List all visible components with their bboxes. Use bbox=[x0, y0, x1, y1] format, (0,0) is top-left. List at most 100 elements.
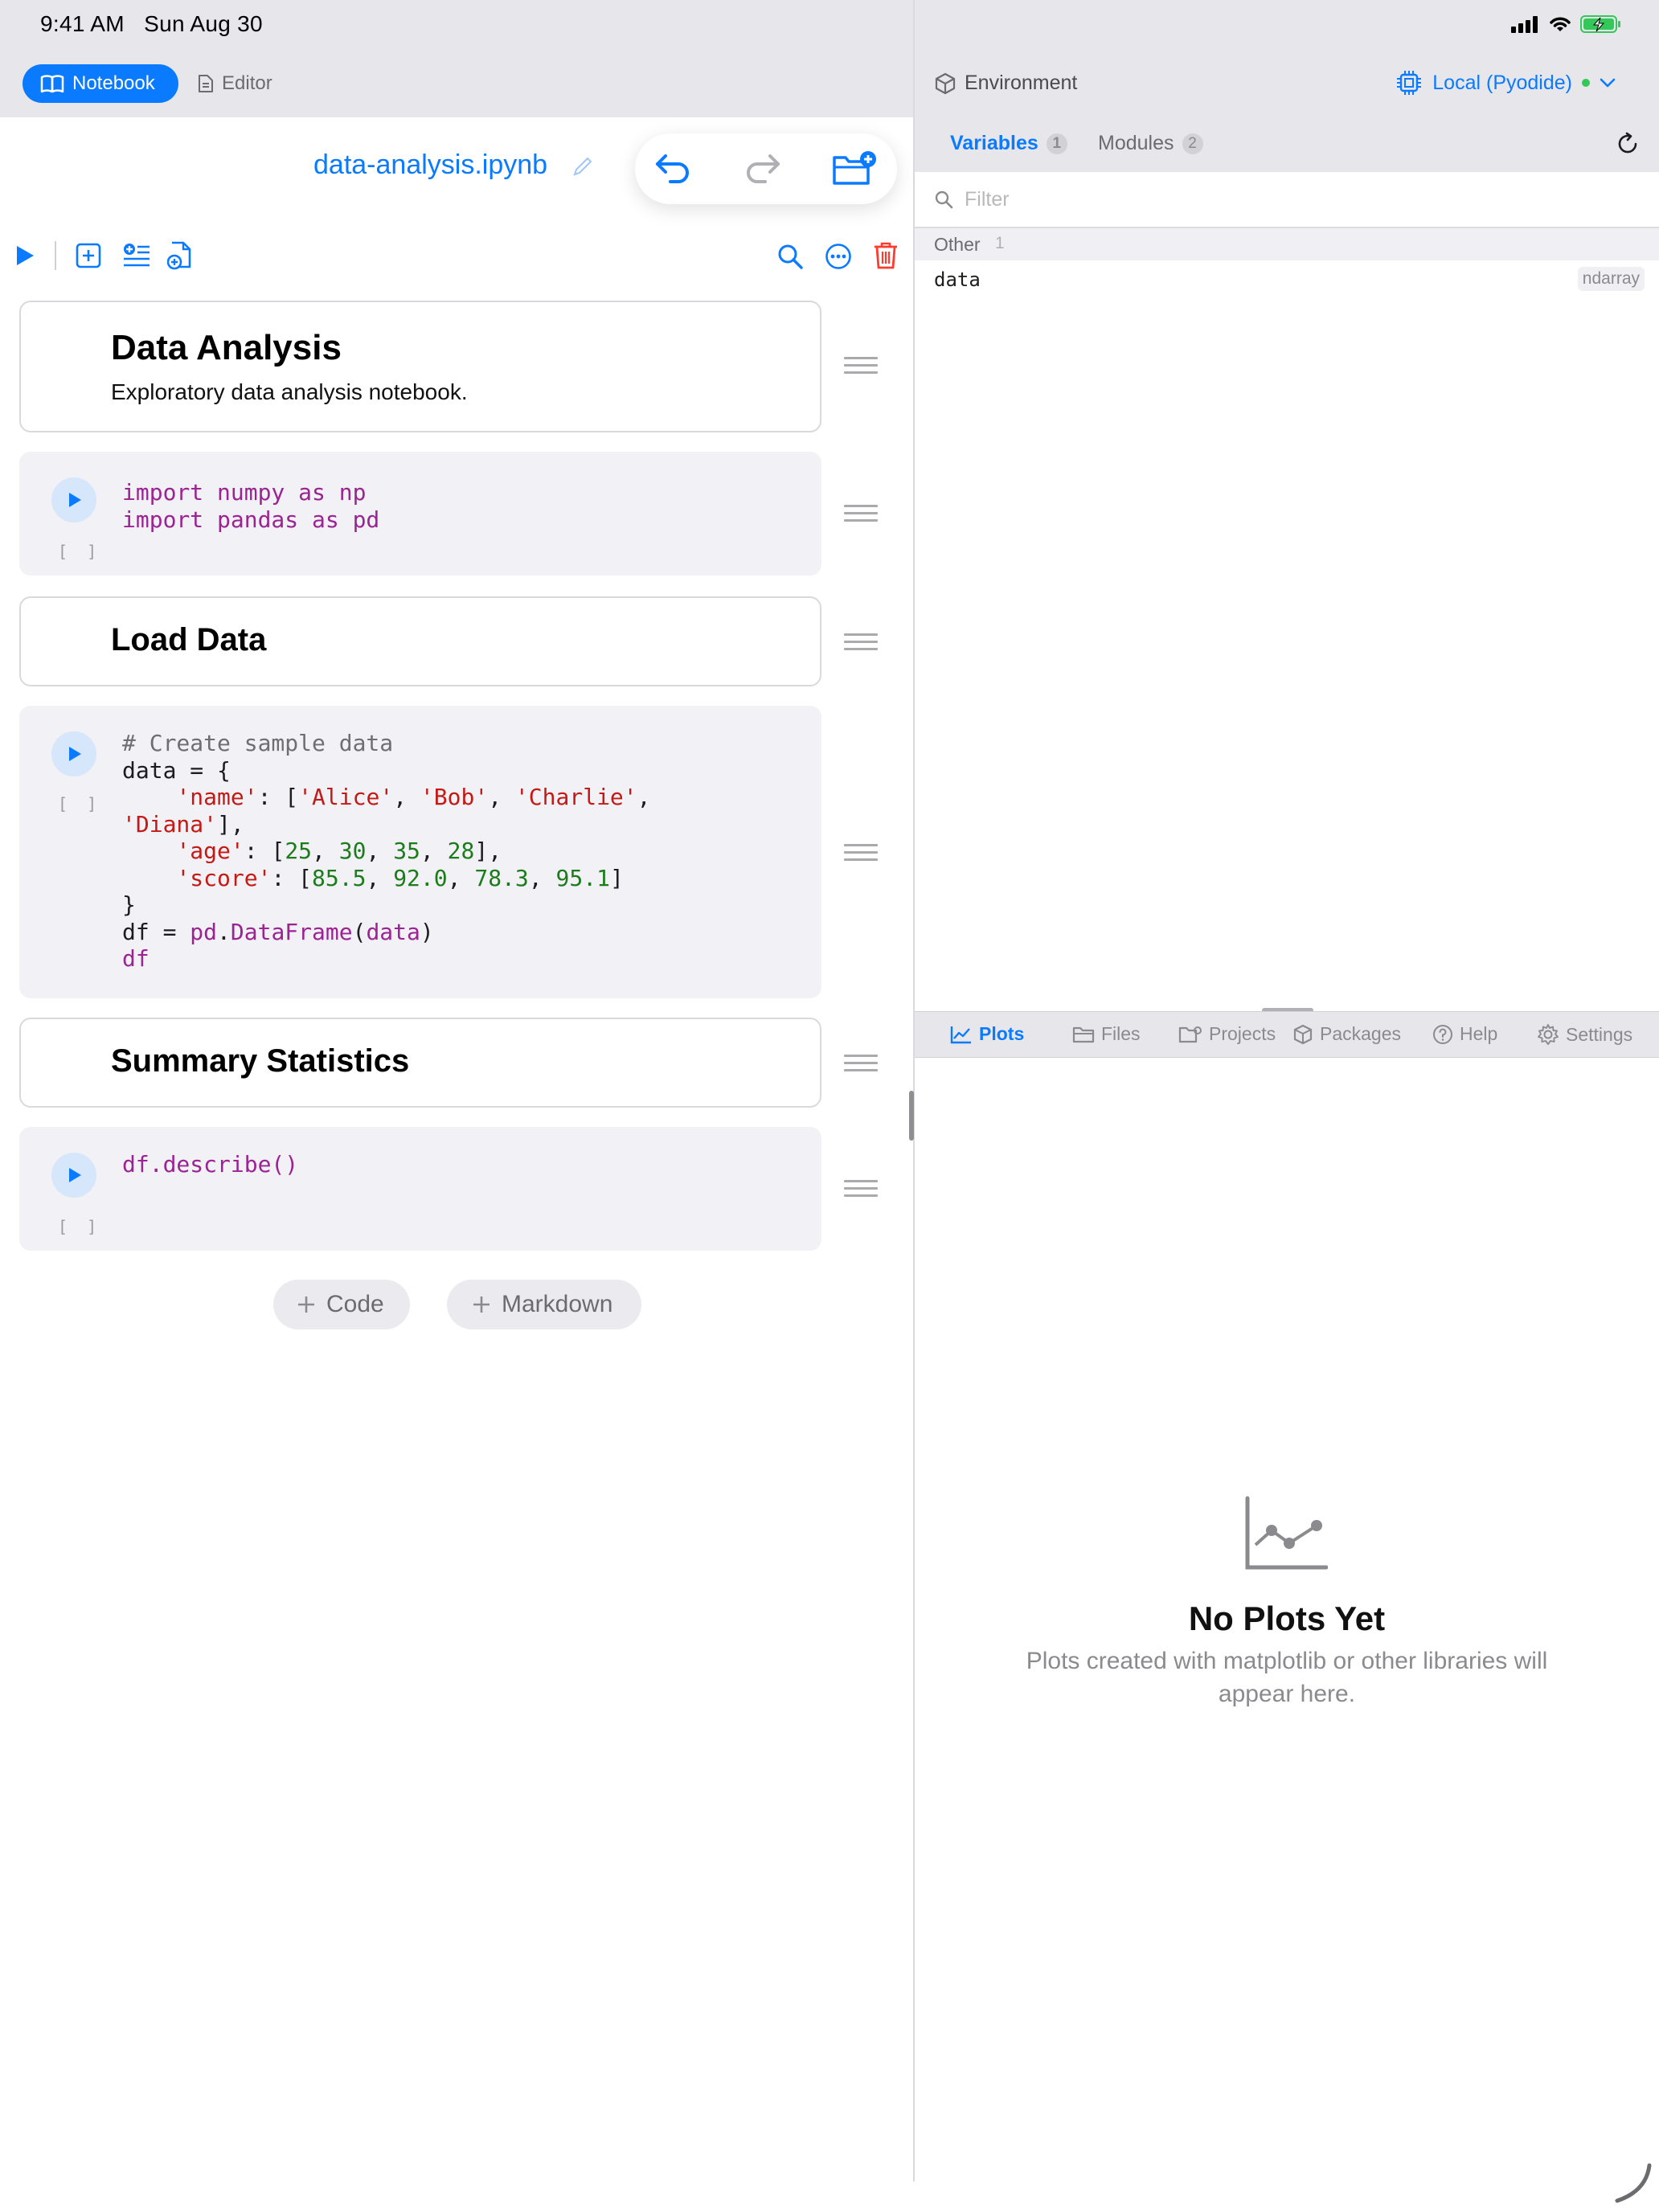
group-name: Other bbox=[934, 234, 981, 255]
split-handle[interactable] bbox=[909, 1091, 914, 1141]
history-toolbar bbox=[635, 133, 897, 204]
tab-plots-label: Plots bbox=[979, 1023, 1025, 1044]
drag-handle-icon[interactable] bbox=[844, 844, 878, 866]
chevron-down-icon bbox=[1600, 78, 1616, 88]
tab-help[interactable]: Help bbox=[1432, 1023, 1497, 1045]
cpu-icon bbox=[1397, 71, 1422, 95]
tab-modules-label: Modules bbox=[1098, 132, 1174, 154]
tab-projects-label: Projects bbox=[1209, 1023, 1276, 1044]
refresh-icon[interactable] bbox=[1616, 132, 1640, 156]
chart-icon bbox=[950, 1026, 971, 1043]
status-bar: 9:41 AM Sun Aug 30 bbox=[0, 0, 1659, 51]
code-line: df.describe() bbox=[122, 1151, 299, 1178]
status-time: 9:41 AM Sun Aug 30 bbox=[40, 11, 263, 37]
code-editor[interactable]: df.describe() bbox=[122, 1151, 298, 1178]
trash-icon[interactable] bbox=[873, 241, 899, 270]
wifi-icon bbox=[1550, 17, 1571, 31]
document-add-icon[interactable] bbox=[167, 241, 193, 270]
tab-plots[interactable]: Plots bbox=[950, 1023, 1024, 1045]
drag-handle-icon[interactable] bbox=[844, 1180, 878, 1202]
left-pane-header: Notebook Editor bbox=[0, 51, 913, 117]
execution-count: [ ] bbox=[58, 542, 102, 561]
empty-state-description: Plots created with matplotlib or other l… bbox=[915, 1645, 1659, 1710]
drag-handle-icon[interactable] bbox=[844, 633, 878, 655]
notebook-title-row: data-analysis.ipynb bbox=[0, 117, 913, 222]
tab-settings-label: Settings bbox=[1566, 1023, 1633, 1045]
tab-packages[interactable]: Packages bbox=[1292, 1023, 1401, 1045]
runtime-selector[interactable]: Local (Pyodide) bbox=[1395, 69, 1616, 96]
pencil-icon[interactable] bbox=[572, 156, 593, 177]
notebook-toolbar bbox=[0, 233, 913, 280]
code-line: df bbox=[122, 945, 150, 972]
tab-packages-label: Packages bbox=[1320, 1023, 1402, 1044]
tab-files-label: Files bbox=[1101, 1023, 1141, 1044]
add-cell-icon[interactable] bbox=[76, 243, 101, 268]
code-editor[interactable]: import numpy as np import pandas as pd bbox=[122, 479, 379, 533]
code-cell[interactable]: [ ] df.describe() bbox=[19, 1127, 821, 1251]
markdown-cell[interactable]: Data Analysis Exploratory data analysis … bbox=[19, 301, 821, 432]
add-markdown-label: Markdown bbox=[502, 1291, 613, 1317]
variable-row[interactable]: data ndarray bbox=[915, 262, 1659, 299]
add-code-label: Code bbox=[326, 1291, 384, 1317]
status-icons bbox=[1511, 14, 1622, 34]
split-divider[interactable] bbox=[913, 0, 915, 2181]
modules-count-badge: 2 bbox=[1182, 133, 1203, 154]
markdown-cell[interactable]: Summary Statistics bbox=[19, 1018, 821, 1108]
code-cell[interactable]: [ ] import numpy as np import pandas as … bbox=[19, 452, 821, 576]
tab-modules[interactable]: Modules 2 bbox=[1098, 132, 1203, 155]
book-icon bbox=[40, 75, 64, 93]
run-all-icon[interactable] bbox=[14, 244, 35, 267]
run-cell-button[interactable] bbox=[51, 731, 96, 776]
redo-icon[interactable] bbox=[743, 151, 781, 186]
tab-editor-label: Editor bbox=[222, 72, 272, 94]
tab-files[interactable]: Files bbox=[1072, 1023, 1141, 1045]
run-cell-button[interactable] bbox=[51, 477, 96, 522]
notebook-title[interactable]: data-analysis.ipynb bbox=[313, 150, 547, 181]
cell-heading: Load Data bbox=[111, 622, 267, 657]
code-line: import pandas as pd bbox=[122, 506, 380, 533]
battery-charging-icon bbox=[1580, 15, 1620, 33]
code-cell[interactable]: [ ] # Create sample data data = { 'name'… bbox=[19, 706, 821, 998]
code-editor[interactable]: # Create sample data data = { 'name': ['… bbox=[122, 730, 651, 973]
filter-input[interactable] bbox=[963, 185, 1609, 214]
variable-type-badge: ndarray bbox=[1577, 267, 1645, 291]
variable-group-header[interactable]: Other 1 bbox=[915, 228, 1659, 260]
tab-notebook[interactable]: Notebook bbox=[23, 64, 178, 103]
code-line: 'score': [85.5, 92.0, 78.3, 95.1] bbox=[176, 864, 624, 891]
code-line: data = { bbox=[122, 756, 231, 784]
tab-help-label: Help bbox=[1460, 1023, 1498, 1044]
tab-projects[interactable]: Projects bbox=[1178, 1023, 1276, 1045]
run-cell-button[interactable] bbox=[51, 1153, 96, 1198]
tab-editor[interactable]: Editor bbox=[198, 64, 272, 103]
undo-icon[interactable] bbox=[654, 151, 693, 186]
play-icon bbox=[69, 747, 81, 761]
cube-icon bbox=[935, 72, 956, 95]
insert-cell-below-icon[interactable] bbox=[122, 243, 151, 268]
search-icon[interactable] bbox=[776, 243, 804, 270]
status-date: Sun Aug 30 bbox=[144, 11, 263, 36]
code-line: 'Diana'], bbox=[122, 810, 244, 838]
bottom-panel-tabs: Plots Files Projects Packages Help Setti… bbox=[915, 1011, 1659, 1058]
code-line: import numpy as np bbox=[122, 479, 367, 506]
drag-handle-icon[interactable] bbox=[844, 357, 878, 379]
tab-variables-label: Variables bbox=[950, 132, 1038, 154]
drag-handle-icon[interactable] bbox=[844, 505, 878, 526]
resize-handle-icon[interactable] bbox=[1611, 2162, 1653, 2204]
environment-tabs: Variables 1 Modules 2 bbox=[915, 117, 1659, 172]
tab-settings[interactable]: Settings bbox=[1537, 1023, 1632, 1046]
more-options-icon[interactable] bbox=[825, 243, 852, 270]
help-icon bbox=[1433, 1024, 1452, 1044]
projects-icon bbox=[1178, 1026, 1202, 1043]
folder-add-icon[interactable] bbox=[831, 150, 879, 188]
plus-icon bbox=[298, 1296, 314, 1313]
code-line: # Create sample data bbox=[122, 730, 394, 756]
cell-text: Exploratory data analysis notebook. bbox=[111, 379, 468, 404]
markdown-cell[interactable]: Load Data bbox=[19, 596, 821, 686]
add-markdown-cell-button[interactable]: Markdown bbox=[447, 1280, 641, 1329]
tab-notebook-label: Notebook bbox=[72, 72, 155, 94]
drag-handle-icon[interactable] bbox=[844, 1055, 878, 1076]
plus-icon bbox=[473, 1296, 490, 1313]
variables-count-badge: 1 bbox=[1046, 133, 1067, 154]
tab-variables[interactable]: Variables 1 bbox=[950, 132, 1067, 155]
add-code-cell-button[interactable]: Code bbox=[273, 1280, 410, 1329]
